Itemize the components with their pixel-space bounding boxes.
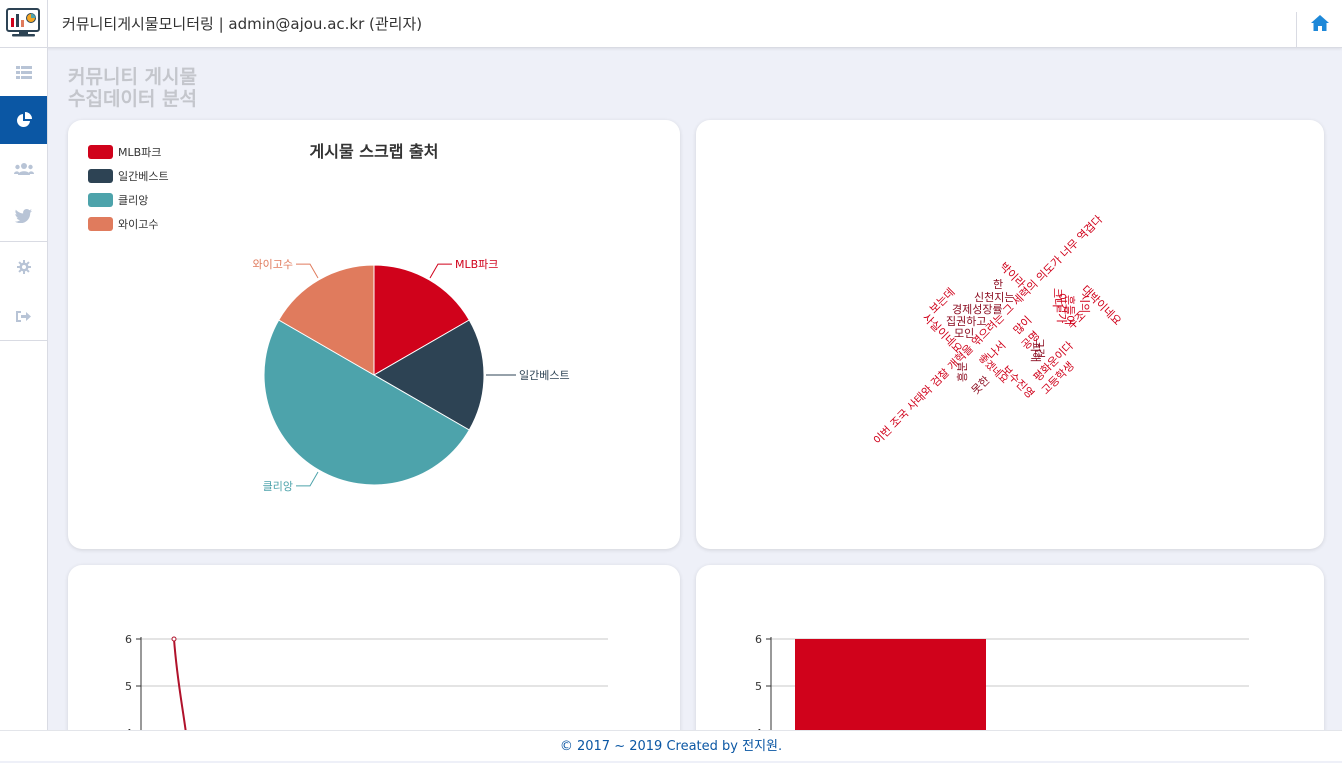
pie-chart: MLB파크일간베스트클리앙 와이고수 (253, 258, 570, 493)
tick-label: 5 (755, 680, 762, 693)
sidebar-item-analysis[interactable] (0, 96, 47, 144)
gear-icon (16, 260, 31, 274)
tick-label: 6 (755, 633, 762, 646)
line-chart: 654 (125, 633, 608, 745)
footer: © 2017 ~ 2019 Created by 전지원. (0, 730, 1342, 761)
word[interactable]: 못한 (969, 374, 993, 398)
home-icon (1311, 15, 1329, 31)
sidebar-item-list[interactable] (0, 48, 47, 96)
word[interactable]: 모인 (954, 327, 974, 340)
page-title: 커뮤니티 게시물 수집데이터 분석 (68, 66, 197, 110)
word-cloud: 이번 조국 사태와 검찰 개혁을 엮으려는 그 세력의 의도가 너무 역겹다 사… (871, 213, 1124, 447)
home-button[interactable] (1310, 14, 1330, 32)
divider (0, 241, 47, 242)
sidebar-item-settings[interactable] (0, 243, 47, 291)
divider (0, 340, 47, 341)
twitter-icon (15, 209, 32, 223)
bar-chart-card: 654 (696, 565, 1324, 745)
pie-label-line (429, 263, 452, 279)
data-point[interactable] (171, 636, 177, 642)
pie-label: 클리앙 (263, 480, 293, 493)
sign-out-icon (16, 310, 31, 322)
page-title-line2: 수집데이터 분석 (68, 88, 197, 110)
pie-label: 일간베스트 (519, 368, 570, 382)
sidebar-item-twitter[interactable] (0, 192, 47, 240)
pie-label-line (296, 263, 319, 279)
word[interactable]: 흥분 (955, 362, 969, 382)
word[interactable]: 한 (993, 278, 1003, 291)
sidebar-item-logout[interactable] (0, 292, 47, 340)
pie-label: 와이고수 (253, 258, 293, 271)
logo[interactable] (0, 0, 48, 47)
word[interactable]: 집권하고 (946, 314, 986, 328)
pie-label: MLB파크 (455, 258, 498, 271)
line-chart-card: 654 (68, 565, 680, 745)
word[interactable]: 크다 (1051, 288, 1064, 308)
pie-label-line (296, 471, 319, 487)
footer-text: © 2017 ~ 2019 Created by 전지원. (559, 739, 783, 754)
page-title-line1: 커뮤니티 게시물 (68, 66, 197, 88)
users-icon (13, 162, 34, 175)
tick-label: 6 (125, 633, 132, 646)
word[interactable]: 피해 (1029, 342, 1043, 362)
sidebar (0, 48, 48, 730)
word[interactable]: 신천지는 (974, 290, 1014, 304)
monitor-chart-icon (6, 8, 40, 37)
sidebar-item-users[interactable] (0, 144, 47, 192)
list-icon (15, 65, 32, 79)
pie-chart-card: 게시물 스크랩 출처 MLB파크 일간베스트 클리앙 와이고수 MLB파크 일간베… (68, 120, 680, 549)
tick-label: 5 (125, 680, 132, 693)
bar-chart: 654 (755, 633, 1249, 745)
page-header-title: 커뮤니티게시물모니터링 | admin@ajou.ac.kr (관리자) (62, 15, 423, 33)
word[interactable]: 이번 조국 사태와 검찰 개혁을 엮으려는 그 세력의 의도가 너무 역겹다 (871, 213, 1105, 447)
pie-chart-icon (16, 112, 32, 127)
divider (1296, 12, 1297, 47)
top-bar: 커뮤니티게시물모니터링 | admin@ajou.ac.kr (관리자) (0, 0, 1342, 48)
word[interactable]: 경제성장률 (952, 303, 1003, 316)
wordcloud-card: 이번 조국 사태와 검찰 개혁을 엮으려는 그 세력의 의도가 너무 역겹다 사… (696, 120, 1324, 549)
